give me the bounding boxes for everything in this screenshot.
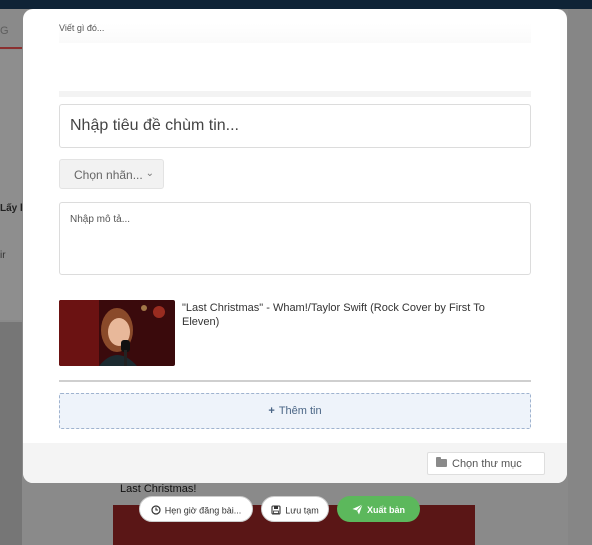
- clock-icon: [151, 505, 161, 517]
- plus-icon: +: [268, 405, 275, 417]
- save-draft-button[interactable]: Lưu tạm: [261, 496, 329, 522]
- choose-folder-button[interactable]: Chọn thư mục: [427, 452, 545, 475]
- save-draft-label: Lưu tạm: [285, 505, 319, 516]
- background-sidebar-text: Lấy l: [0, 203, 23, 214]
- background-sidebar: [0, 50, 22, 320]
- background-sidebar-text: ir: [0, 250, 6, 261]
- top-navbar: [0, 0, 592, 9]
- publish-label: Xuất bản: [366, 504, 405, 515]
- divider: [59, 380, 531, 382]
- add-news-button[interactable]: + Thêm tin: [59, 393, 531, 429]
- folder-icon: [436, 457, 447, 467]
- choose-folder-label: Chọn thư mục: [452, 458, 522, 470]
- background-article-title: Last Christmas!: [120, 483, 197, 495]
- news-thumbnail: [59, 300, 175, 366]
- schedule-post-button[interactable]: Hẹn giờ đăng bài...: [139, 496, 253, 522]
- schedule-post-label: Hẹn giờ đăng bài...: [164, 505, 242, 516]
- save-icon: [271, 505, 281, 517]
- background-tab[interactable]: G: [0, 9, 22, 49]
- create-news-cluster-modal: Viết gì đó... Chọn nhãn... ⌄ "Last Chris…: [23, 9, 567, 483]
- cluster-title-input[interactable]: [59, 104, 531, 148]
- background-panel: [0, 322, 22, 545]
- add-news-label: Thêm tin: [278, 405, 322, 417]
- news-item[interactable]: "Last Christmas" - Wham!/Taylor Swift (R…: [59, 300, 531, 366]
- label-select-value: Chọn nhãn...: [74, 168, 143, 182]
- publish-button[interactable]: Xuất bản: [337, 496, 420, 522]
- modal-footer: Chọn thư mục: [23, 443, 567, 483]
- paper-plane-icon: [352, 504, 363, 517]
- label-select[interactable]: Chọn nhãn... ⌄: [59, 159, 164, 189]
- divider: [59, 91, 531, 97]
- news-title[interactable]: "Last Christmas" - Wham!/Taylor Swift (R…: [182, 301, 512, 329]
- background-panel: [568, 9, 592, 545]
- short-desc-field[interactable]: Viết gì đó...: [59, 23, 531, 43]
- description-input[interactable]: [59, 202, 531, 275]
- chevron-down-icon: ⌄: [145, 168, 154, 179]
